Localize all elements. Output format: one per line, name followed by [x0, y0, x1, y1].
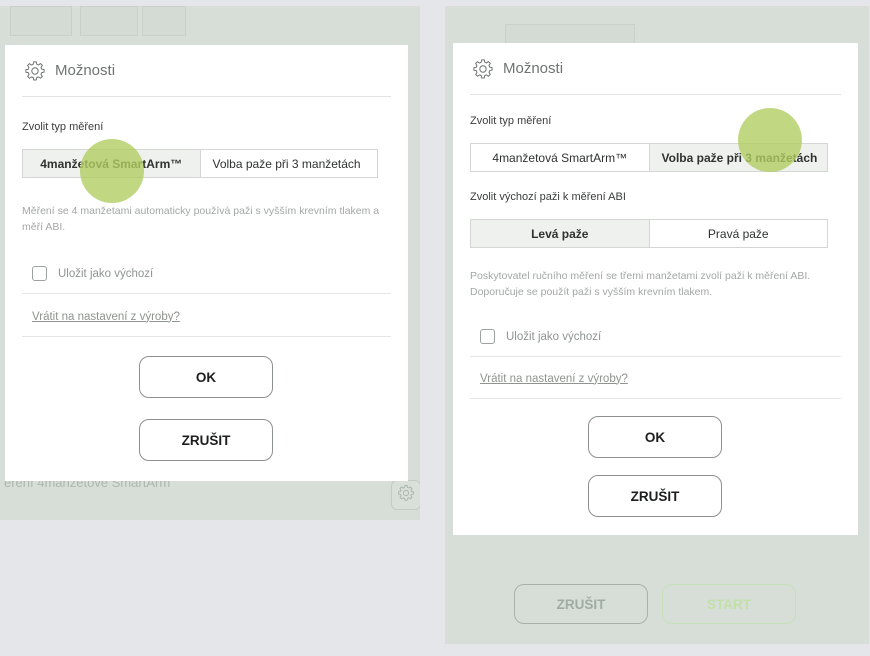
background-cancel-button: ZRUŠIT — [514, 584, 648, 624]
reset-row: Vrátit na nastavení z výroby? — [470, 359, 841, 399]
dialog-title: Možnosti — [55, 62, 116, 79]
background-tile — [505, 24, 635, 44]
background-tile — [142, 6, 186, 36]
arm-select-label: Zvolit výchozí paži k měření ABI — [470, 191, 626, 203]
gear-icon — [397, 484, 415, 507]
save-default-row: Uložit jako výchozí — [22, 254, 391, 294]
gear-icon — [24, 60, 46, 82]
background-settings-button — [391, 480, 420, 510]
segment-left-arm[interactable]: Levá paže — [471, 220, 649, 247]
segment-3-cuff-arm[interactable]: Volba paže při 3 manžetách — [648, 144, 827, 171]
measure-type-label: Zvolit typ měření — [22, 121, 104, 133]
arm-description: Poskytovatel ručního měření se třemi man… — [470, 270, 811, 298]
background-tile — [80, 6, 138, 36]
cancel-button[interactable]: ZRUŠIT — [139, 419, 273, 461]
dialog-title: Možnosti — [503, 60, 564, 77]
measure-type-label: Zvolit typ měření — [470, 115, 552, 127]
options-dialog-left: Možnosti Zvolit typ měření 4manžetová Sm… — [5, 45, 408, 481]
dialog-header: Možnosti — [22, 45, 391, 97]
segment-smartarm[interactable]: 4manžetová SmartArm™ — [23, 150, 200, 177]
background-tile — [10, 6, 72, 36]
measure-type-segment: 4manžetová SmartArm™ Volba paže při 3 ma… — [470, 143, 828, 172]
segment-3-cuff-arm[interactable]: Volba paže při 3 manžetách — [199, 150, 378, 177]
cancel-button[interactable]: ZRUŠIT — [588, 475, 722, 517]
segment-right-arm[interactable]: Pravá paže — [648, 220, 828, 247]
background-start-button: START — [662, 584, 796, 624]
reset-defaults-link[interactable]: Vrátit na nastavení z výroby? — [32, 311, 180, 323]
segment-smartarm[interactable]: 4manžetová SmartArm™ — [471, 144, 649, 171]
save-default-checkbox[interactable] — [32, 266, 47, 281]
reset-defaults-link[interactable]: Vrátit na nastavení z výroby? — [480, 373, 628, 385]
ok-button[interactable]: OK — [139, 356, 273, 398]
gear-icon — [472, 58, 494, 80]
arm-select-segment: Levá paže Pravá paže — [470, 219, 828, 248]
save-default-label: Uložit jako výchozí — [58, 267, 154, 280]
save-default-row: Uložit jako výchozí — [470, 317, 841, 357]
measure-description: Měření se 4 manžetami automaticky použív… — [22, 205, 380, 233]
options-dialog-right: Možnosti Zvolit typ měření 4manžetová Sm… — [453, 43, 858, 535]
dialog-header: Možnosti — [470, 43, 841, 95]
ok-button[interactable]: OK — [588, 416, 722, 458]
save-default-checkbox[interactable] — [480, 329, 495, 344]
measure-type-segment: 4manžetová SmartArm™ Volba paže při 3 ma… — [22, 149, 378, 178]
reset-row: Vrátit na nastavení z výroby? — [22, 297, 391, 337]
save-default-label: Uložit jako výchozí — [506, 330, 602, 343]
